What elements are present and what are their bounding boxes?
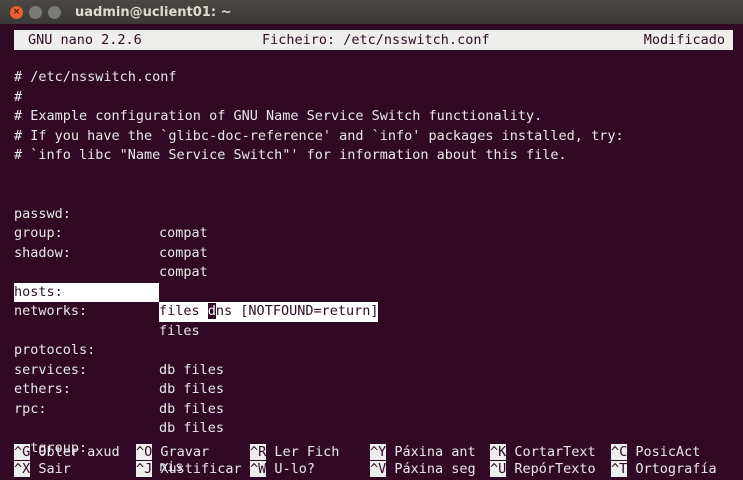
config-line-protocols: protocols: db files xyxy=(14,322,743,378)
shortcut-key: ^O xyxy=(136,444,153,460)
shortcut-label: Obter axud xyxy=(38,444,120,460)
shortcut-label: Páxina seg xyxy=(394,461,476,477)
shortcut-key: ^R xyxy=(250,444,267,460)
config-line-services: services: db files xyxy=(14,341,743,398)
close-icon[interactable]: × xyxy=(10,5,23,19)
shortcut-spell[interactable]: ^T Ortografía xyxy=(611,461,717,478)
window-titlebar[interactable]: × uadmin@uclient01: ~ xyxy=(0,0,743,24)
shortcut-label: Xustificar xyxy=(160,461,242,477)
shortcut-read-file[interactable]: ^R Ler Fich xyxy=(250,444,339,461)
shortcut-cur-pos[interactable]: ^C PosicAct xyxy=(611,444,700,461)
config-line-shadow: shadow: compat xyxy=(14,224,743,281)
shortcut-key: ^X xyxy=(14,461,31,477)
shortcut-row: ^X Sair ^J Xustificar ^W U-lo? ^V Páxina… xyxy=(14,461,743,478)
shortcut-key: ^T xyxy=(611,461,628,477)
comment-line: # `info libc "Name Service Switch"' for … xyxy=(14,147,567,163)
shortcut-key: ^J xyxy=(136,461,153,477)
shortcut-key: ^U xyxy=(490,461,507,477)
shortcut-cut-text[interactable]: ^K CortarText xyxy=(490,444,596,461)
config-line-ethers: ethers: db files xyxy=(14,361,743,417)
shortcut-key: ^K xyxy=(490,444,507,460)
shortcut-label: Páxina ant xyxy=(394,444,476,460)
nano-shortcut-bar: ^G Obter axud ^O Gravar ^R Ler Fich ^Y P… xyxy=(14,444,743,478)
shortcut-label: Ler Fich xyxy=(274,444,340,460)
shortcut-label: RepórTexto xyxy=(514,461,596,477)
shortcut-key: ^G xyxy=(14,444,31,460)
shortcut-exit[interactable]: ^X Sair xyxy=(14,461,71,478)
shortcut-next-page[interactable]: ^V Páxina seg xyxy=(370,461,476,478)
shortcut-justify[interactable]: ^J Xustificar xyxy=(136,461,242,478)
config-line-group: group: compat xyxy=(14,205,743,261)
shortcut-label: Ortografía xyxy=(635,461,717,477)
comment-line: # If you have the `glibc-doc-reference' … xyxy=(14,127,624,144)
shortcut-where-is[interactable]: ^W U-lo? xyxy=(250,461,315,478)
config-line-hosts-selected[interactable]: hosts: files dns [NOTFOUND=return] xyxy=(14,263,743,322)
comment-line: # Example configuration of GNU Name Serv… xyxy=(14,108,543,124)
editor-content[interactable]: # /etc/nsswitch.conf # # Example configu… xyxy=(14,68,743,476)
shortcut-label: PosicAct xyxy=(635,444,701,460)
shortcut-key: ^V xyxy=(370,461,387,477)
config-line-networks: networks: files xyxy=(14,283,743,339)
terminal-window[interactable]: × uadmin@uclient01: ~ GNU nano 2.2.6 Fic… xyxy=(0,0,743,480)
config-line-netgroup: netgroup: nis xyxy=(14,419,743,476)
nano-filename: Ficheiro: /etc/nsswitch.conf xyxy=(262,32,490,48)
shortcut-write-out[interactable]: ^O Gravar xyxy=(136,444,209,461)
shortcut-key: ^Y xyxy=(370,444,387,460)
shortcut-label: Gravar xyxy=(160,444,210,460)
shortcut-label: Sair xyxy=(38,461,71,477)
nano-version: GNU nano 2.2.6 xyxy=(28,32,142,48)
comment-line: # /etc/nsswitch.conf xyxy=(14,69,177,85)
nano-modified-status: Modificado xyxy=(643,32,725,48)
window-title: uadmin@uclient01: ~ xyxy=(75,4,232,20)
shortcut-key: ^W xyxy=(250,461,267,477)
shortcut-uncut-text[interactable]: ^U RepórTexto xyxy=(490,461,596,478)
shortcut-label: U-lo? xyxy=(274,461,316,477)
shortcut-prev-page[interactable]: ^Y Páxina ant xyxy=(370,444,476,461)
shortcut-get-help[interactable]: ^G Obter axud xyxy=(14,444,120,461)
shortcut-label: CortarText xyxy=(514,444,596,460)
comment-line: # xyxy=(14,88,23,105)
shortcut-key: ^C xyxy=(611,444,628,460)
config-line-rpc: rpc: db files xyxy=(14,380,743,437)
config-line-passwd: passwd: compat xyxy=(14,185,743,242)
shortcut-row: ^G Obter axud ^O Gravar ^R Ler Fich ^Y P… xyxy=(14,444,743,461)
minimize-icon[interactable] xyxy=(29,5,42,19)
nano-header-bar: GNU nano 2.2.6 Ficheiro: /etc/nsswitch.c… xyxy=(14,30,733,50)
maximize-icon[interactable] xyxy=(48,5,61,19)
